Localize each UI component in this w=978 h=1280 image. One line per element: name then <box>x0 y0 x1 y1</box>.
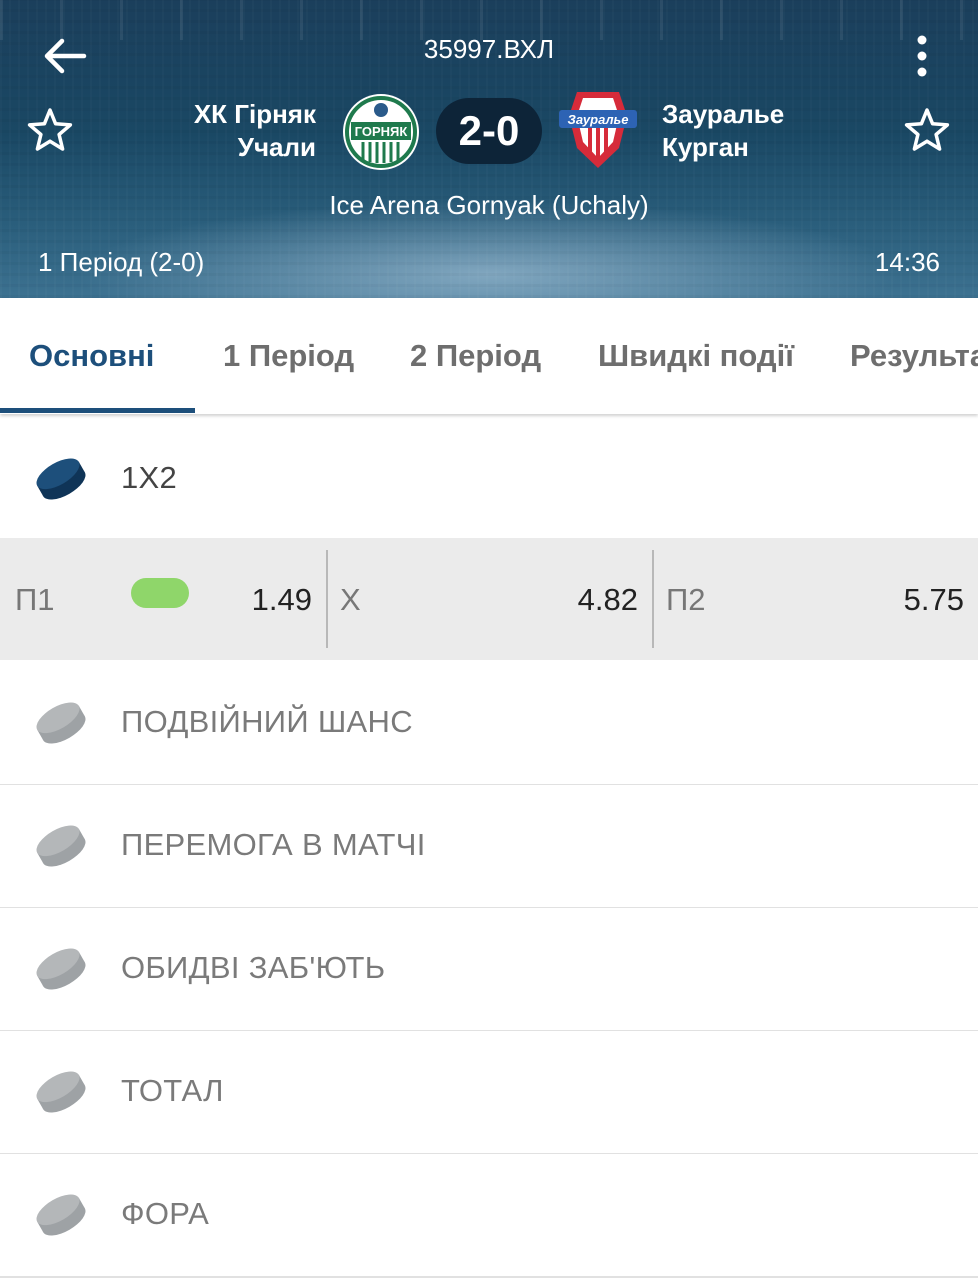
match-header: 35997.ВХЛ ХК Гірняк Учали ГОРНЯК 2-0 Зау… <box>0 0 978 298</box>
away-team-line-2: Курган <box>662 132 749 162</box>
tab-period-1[interactable]: 1 Період <box>223 338 354 374</box>
league-title: 35997.ВХЛ <box>423 34 555 64</box>
tab-period-2[interactable]: 2 Період <box>410 338 541 374</box>
odd-home-win[interactable]: П1 1.49 <box>0 538 326 660</box>
market-label: 1X2 <box>121 460 178 495</box>
active-tab-indicator <box>0 408 195 413</box>
odd-value: 5.75 <box>903 582 964 617</box>
market-label: ПОДВІЙНИЙ ШАНС <box>121 704 413 739</box>
live-odds-indicator <box>131 578 189 608</box>
kebab-menu-icon <box>917 35 927 77</box>
odd-value: 4.82 <box>577 582 638 617</box>
market-label: ТОТАЛ <box>121 1073 224 1108</box>
market-tabs: Основні 1 Період 2 Період Швидкі події Р… <box>0 298 978 414</box>
home-team-line-1: ХК Гірняк <box>193 99 316 129</box>
home-team-logo: ГОРНЯК <box>341 92 421 172</box>
more-menu-button[interactable] <box>906 34 938 78</box>
tab-results[interactable]: Результа <box>850 338 978 374</box>
match-score: 2-0 <box>436 98 542 164</box>
star-outline-icon <box>904 108 950 151</box>
hockey-puck-icon <box>36 458 86 500</box>
tab-main[interactable]: Основні <box>29 338 154 374</box>
back-button[interactable] <box>40 34 90 78</box>
favorite-home-button[interactable] <box>26 106 74 154</box>
hockey-puck-icon <box>36 702 86 744</box>
away-logo-text: Зауралье <box>567 112 628 127</box>
arrow-left-icon <box>44 38 87 74</box>
arena-name: Ice Arena Gornyak (Uchaly) <box>329 190 649 220</box>
odd-away-win[interactable]: П2 5.75 <box>654 538 978 660</box>
odd-draw[interactable]: X 4.82 <box>328 538 652 660</box>
tab-quick-events[interactable]: Швидкі події <box>598 338 794 374</box>
odd-name: П2 <box>666 582 706 617</box>
home-team-name: ХК Гірняк Учали <box>150 98 316 164</box>
away-team-line-1: Зауралье <box>662 99 785 129</box>
odds-row: П1 1.49 X 4.82 П2 5.75 <box>0 538 978 660</box>
market-double-chance[interactable]: ПОДВІЙНИЙ ШАНС <box>0 662 978 786</box>
market-handicap[interactable]: ФОРА <box>0 1154 978 1278</box>
hockey-puck-icon <box>36 948 86 990</box>
favorite-away-button[interactable] <box>903 106 951 154</box>
match-clock: 14:36 <box>874 247 940 277</box>
market-label: ОБИДВІ ЗАБ'ЮТЬ <box>121 950 386 985</box>
market-both-score[interactable]: ОБИДВІ ЗАБ'ЮТЬ <box>0 908 978 1032</box>
market-1x2-header[interactable]: 1X2 <box>0 418 978 538</box>
odd-value: 1.49 <box>251 582 312 617</box>
market-match-winner[interactable]: ПЕРЕМОГА В МАТЧІ <box>0 785 978 909</box>
market-label: ФОРА <box>121 1196 210 1231</box>
away-team-logo: Зауралье <box>557 86 639 174</box>
home-logo-text: ГОРНЯК <box>355 124 408 139</box>
market-total[interactable]: ТОТАЛ <box>0 1031 978 1155</box>
period-status: 1 Період (2-0) <box>38 247 205 277</box>
odd-name: X <box>340 582 361 617</box>
hockey-puck-icon <box>36 1071 86 1113</box>
hockey-puck-icon <box>36 1194 86 1236</box>
hockey-puck-icon <box>36 825 86 867</box>
away-team-name: Зауралье Курган <box>662 98 862 164</box>
home-team-line-2: Учали <box>237 132 316 162</box>
odd-name: П1 <box>15 582 55 617</box>
star-outline-icon <box>27 108 73 151</box>
market-label: ПЕРЕМОГА В МАТЧІ <box>121 827 426 862</box>
